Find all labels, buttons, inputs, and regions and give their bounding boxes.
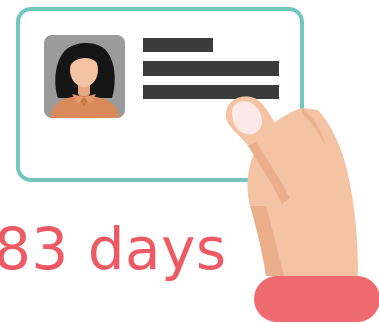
id-text-line-3: [143, 85, 279, 99]
id-text-line-2: [143, 61, 279, 76]
id-text-line-1: [143, 38, 213, 52]
sleeve-cuff: [254, 276, 379, 322]
id-photo: [44, 35, 125, 118]
hand-holding-card-icon: [225, 96, 379, 322]
days-count-label: 83 days: [0, 215, 227, 283]
